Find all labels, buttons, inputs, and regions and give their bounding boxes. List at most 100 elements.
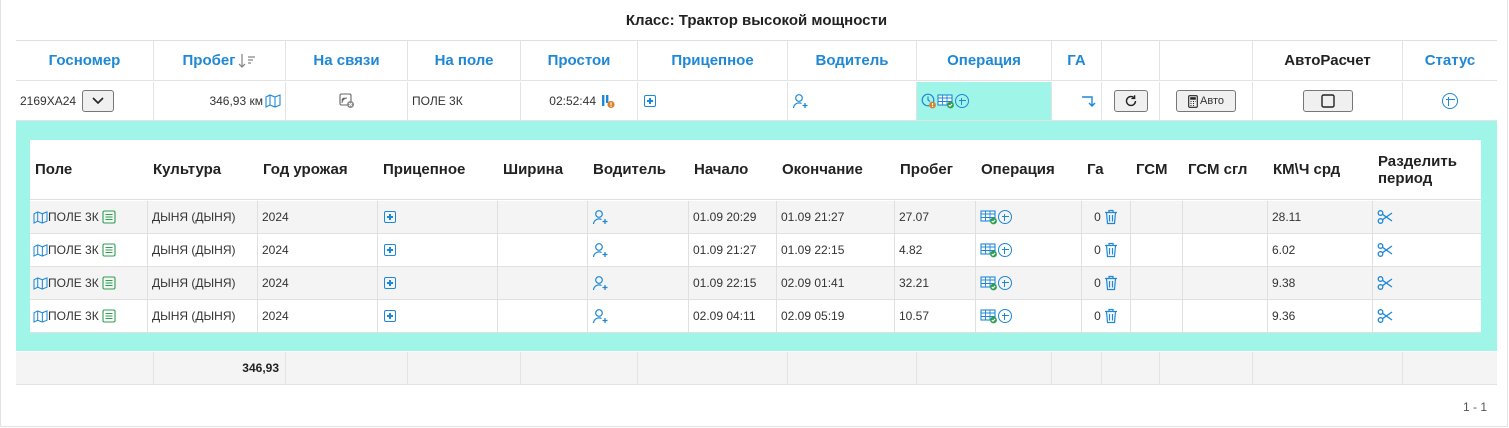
row-ga-value: 0 — [1094, 243, 1101, 257]
sub-header-driver[interactable]: Водитель — [588, 140, 689, 200]
col-header-online[interactable]: На связи — [286, 41, 408, 81]
operation-table-check-icon[interactable] — [980, 209, 998, 225]
row-year: 2024 — [262, 243, 289, 257]
add-operation-icon[interactable] — [998, 276, 1012, 290]
add-operation-icon[interactable] — [998, 243, 1012, 257]
sub-header-fuel[interactable]: ГСМ — [1131, 140, 1183, 200]
add-driver-icon[interactable] — [592, 275, 610, 291]
add-trailer-icon[interactable] — [384, 277, 396, 289]
sub-header-ga[interactable]: Га — [1082, 140, 1131, 200]
row-cell-year: 2024 — [258, 201, 378, 234]
footer-cell-field — [408, 352, 521, 385]
footer-cell-ga — [1052, 352, 1102, 385]
autocalc-toggle-button[interactable] — [1302, 90, 1353, 112]
driver-cell — [788, 82, 917, 121]
add-driver-icon[interactable] — [792, 93, 810, 109]
row-cell-end: 01.09 22:15 — [777, 234, 895, 267]
map-icon[interactable] — [33, 210, 48, 224]
field-details-icon[interactable] — [102, 210, 116, 224]
trash-icon[interactable] — [1104, 308, 1118, 324]
field-details-icon[interactable] — [102, 309, 116, 323]
col-header-mileage[interactable]: Пробег — [154, 41, 286, 81]
col-header-ga[interactable]: ГА — [1052, 41, 1102, 81]
map-icon[interactable] — [33, 276, 48, 290]
add-trailer-icon[interactable] — [644, 95, 656, 107]
operation-table-check-icon[interactable] — [980, 242, 998, 258]
add-operation-icon[interactable] — [998, 309, 1012, 323]
add-driver-icon[interactable] — [592, 209, 610, 225]
add-trailer-icon[interactable] — [384, 244, 396, 256]
sub-header-field[interactable]: Поле — [30, 140, 148, 200]
arrow-turn-down-icon[interactable] — [1081, 93, 1097, 109]
sub-header-trailer[interactable]: Прицепное — [378, 140, 498, 200]
row-year: 2024 — [262, 210, 289, 224]
operation-table-check-icon[interactable] — [980, 308, 998, 324]
add-driver-icon[interactable] — [592, 242, 610, 258]
row-mileage: 32.21 — [899, 276, 930, 290]
col-header-driver[interactable]: Водитель — [788, 41, 917, 81]
sub-header-crop[interactable]: Культура — [148, 140, 258, 200]
row-end-time: 02.09 01:41 — [781, 276, 845, 290]
sort-desc-icon[interactable] — [238, 53, 256, 69]
footer-cell-trailer — [638, 352, 788, 385]
time-warning-icon[interactable] — [921, 93, 937, 109]
sub-header-fuel-sgl[interactable]: ГСМ сгл — [1183, 140, 1268, 200]
operation-table-check-icon[interactable] — [937, 93, 955, 109]
add-operation-icon[interactable] — [955, 94, 969, 108]
col-header-idle[interactable]: Простои — [521, 41, 638, 81]
trash-icon[interactable] — [1104, 242, 1118, 258]
row-cell-ga: 0 — [1082, 267, 1131, 300]
add-trailer-icon[interactable] — [384, 310, 396, 322]
operation-table-check-icon[interactable] — [980, 275, 998, 291]
plate-dropdown-button[interactable] — [82, 90, 115, 112]
col-header-plate[interactable]: Госномер — [16, 41, 154, 81]
add-operation-icon[interactable] — [998, 210, 1012, 224]
ga-cell — [1052, 82, 1102, 121]
row-cell-fuel — [1131, 201, 1183, 234]
scissors-icon[interactable] — [1377, 242, 1393, 258]
row-cell-operation — [976, 234, 1082, 267]
auto-button[interactable]: Авто — [1176, 90, 1236, 112]
sub-header-speed[interactable]: КМ\Ч срд — [1268, 140, 1373, 200]
col-header-trailer[interactable]: Прицепное — [638, 41, 788, 81]
row-mileage: 10.57 — [899, 309, 930, 323]
add-driver-icon[interactable] — [592, 308, 610, 324]
map-icon[interactable] — [33, 309, 48, 323]
scissors-icon[interactable] — [1377, 308, 1393, 324]
map-icon[interactable] — [33, 243, 48, 257]
field-details-icon[interactable] — [102, 276, 116, 290]
footer-cell-auto — [1160, 352, 1253, 385]
sub-header-split[interactable]: Разделить период — [1373, 140, 1481, 200]
add-status-icon[interactable] — [1442, 93, 1458, 109]
row-cell-mileage: 32.21 — [895, 267, 976, 300]
row-year: 2024 — [262, 309, 289, 323]
col-header-blank-2 — [1160, 41, 1253, 81]
sub-header-width[interactable]: Ширина — [498, 140, 588, 200]
map-icon[interactable] — [265, 94, 281, 108]
row-cell-speed: 9.38 — [1268, 267, 1373, 300]
sub-header-year[interactable]: Год урожая — [258, 140, 378, 200]
sub-header-end[interactable]: Окончание — [777, 140, 895, 200]
row-cell-driver — [588, 267, 689, 300]
col-header-operation[interactable]: Операция — [917, 41, 1052, 81]
idle-bars-warning-icon[interactable] — [601, 93, 615, 109]
sub-header-mileage[interactable]: Пробег — [895, 140, 976, 200]
scissors-icon[interactable] — [1377, 275, 1393, 291]
sub-header-start[interactable]: Начало — [689, 140, 777, 200]
row-mileage: 27.07 — [899, 210, 930, 224]
add-trailer-icon[interactable] — [384, 211, 396, 223]
group-title: Класс: Трактор высокой мощности — [16, 0, 1497, 41]
sub-header-operation[interactable]: Операция — [976, 140, 1082, 200]
trash-icon[interactable] — [1104, 209, 1118, 225]
scissors-icon[interactable] — [1377, 209, 1393, 225]
col-header-status[interactable]: Статус — [1403, 41, 1497, 81]
col-header-in-field[interactable]: На поле — [408, 41, 521, 81]
field-details-icon[interactable] — [102, 243, 116, 257]
chevron-down-icon — [92, 97, 104, 105]
refresh-button[interactable] — [1113, 90, 1148, 112]
trash-icon[interactable] — [1104, 275, 1118, 291]
row-cell-field: ПОЛЕ 3К — [30, 300, 148, 333]
row-cell-driver — [588, 234, 689, 267]
row-avg-speed: 9.38 — [1272, 276, 1296, 290]
row-cell-start: 01.09 22:15 — [689, 267, 777, 300]
